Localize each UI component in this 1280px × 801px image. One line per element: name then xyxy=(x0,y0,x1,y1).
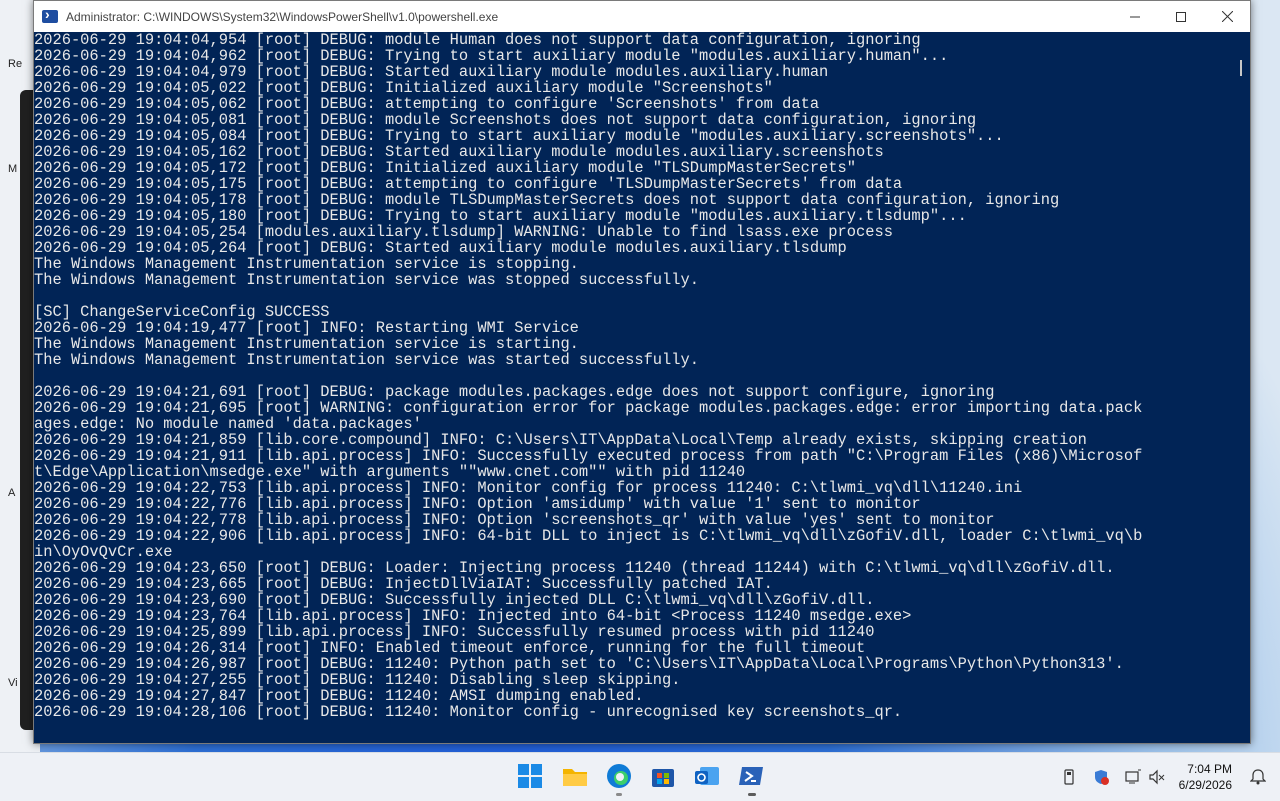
network-icon[interactable] xyxy=(1125,769,1141,785)
file-explorer-icon xyxy=(563,769,587,786)
volume-muted-icon[interactable] xyxy=(1149,769,1165,785)
outlook-button[interactable] xyxy=(694,763,720,789)
minimize-button[interactable] xyxy=(1112,1,1158,32)
console-line: 2026-06-29 19:04:05,081 [root] DEBUG: mo… xyxy=(34,111,977,129)
console-line: 2026-06-29 19:04:05,084 [root] DEBUG: Tr… xyxy=(34,127,1004,145)
console-line: 2026-06-29 19:04:27,255 [root] DEBUG: 11… xyxy=(34,671,681,689)
edge-button[interactable] xyxy=(606,763,632,789)
console-output[interactable]: 2026-06-29 19:04:04,954 [root] DEBUG: mo… xyxy=(34,32,1234,743)
console-line: 2026-06-29 19:04:04,979 [root] DEBUG: St… xyxy=(34,63,829,81)
powershell-icon xyxy=(42,6,58,23)
console-line: 2026-06-29 19:04:05,062 [root] DEBUG: at… xyxy=(34,95,820,113)
console-line: 2026-06-29 19:04:21,911 [lib.api.process… xyxy=(34,447,1143,465)
console-line: [SC] ChangeServiceConfig SUCCESS xyxy=(34,303,330,321)
console-line: 2026-06-29 19:04:22,776 [lib.api.process… xyxy=(34,495,921,513)
console-line: 2026-06-29 19:04:04,962 [root] DEBUG: Tr… xyxy=(34,47,949,65)
close-button[interactable] xyxy=(1204,1,1250,32)
console-line: 2026-06-29 19:04:05,162 [root] DEBUG: St… xyxy=(34,143,884,161)
console-line: The Windows Management Instrumentation s… xyxy=(34,351,699,369)
title-bar[interactable]: Administrator: C:\WINDOWS\System32\Windo… xyxy=(34,1,1250,32)
background-text: A xyxy=(8,487,16,499)
console-line: 2026-06-29 19:04:23,764 [lib.api.process… xyxy=(34,607,912,625)
console-line: 2026-06-29 19:04:26,314 [root] INFO: Ena… xyxy=(34,639,866,657)
console-line: 2026-06-29 19:04:23,690 [root] DEBUG: Su… xyxy=(34,591,875,609)
scrollbar-thumb[interactable] xyxy=(1240,60,1242,76)
console-line: 2026-06-29 19:04:05,180 [root] DEBUG: Tr… xyxy=(34,207,967,225)
background-text: Vi xyxy=(8,677,18,689)
outlook-icon xyxy=(695,767,719,785)
store-icon xyxy=(652,769,674,787)
start-icon xyxy=(518,764,542,788)
powershell-running-indicator xyxy=(748,793,756,796)
console-line: 2026-06-29 19:04:21,859 [lib.core.compou… xyxy=(34,431,1087,449)
console-line: 2026-06-29 19:04:05,175 [root] DEBUG: at… xyxy=(34,175,903,193)
console-line: 2026-06-29 19:04:25,899 [lib.api.process… xyxy=(34,623,875,641)
maximize-button[interactable] xyxy=(1158,1,1204,32)
console-line: 2026-06-29 19:04:22,778 [lib.api.process… xyxy=(34,511,995,529)
clock-date: 6/29/2026 xyxy=(1178,778,1232,792)
powershell-taskbar-button[interactable] xyxy=(738,763,764,789)
system-clock[interactable]: 7:04 PM 6/29/2026 xyxy=(1179,761,1232,793)
console-line: 2026-06-29 19:04:04,954 [root] DEBUG: mo… xyxy=(34,32,921,49)
powershell-icon xyxy=(739,767,763,785)
console-line: 2026-06-29 19:04:27,847 [root] DEBUG: 11… xyxy=(34,687,644,705)
minimize-icon xyxy=(1130,16,1140,17)
console-line: 2026-06-29 19:04:05,264 [root] DEBUG: St… xyxy=(34,239,847,257)
window-title: Administrator: C:\WINDOWS\System32\Windo… xyxy=(66,9,499,24)
security-shield-icon[interactable] xyxy=(1093,769,1109,785)
clock-time: 7:04 PM xyxy=(1187,762,1232,776)
console-line: 2026-06-29 19:04:22,906 [lib.api.process… xyxy=(34,527,1143,545)
console-line: The Windows Management Instrumentation s… xyxy=(34,335,579,353)
background-text: M xyxy=(8,163,18,175)
console-line: 2026-06-29 19:04:26,987 [root] DEBUG: 11… xyxy=(34,655,1124,673)
console-line: ages.edge: No module named 'data.package… xyxy=(34,415,422,433)
console-line: 2026-06-29 19:04:19,477 [root] INFO: Res… xyxy=(34,319,579,337)
console-line: 2026-06-29 19:04:21,695 [root] WARNING: … xyxy=(34,399,1143,417)
console-line: 2026-06-29 19:04:28,106 [root] DEBUG: 11… xyxy=(34,703,903,721)
console-line: 2026-06-29 19:04:23,650 [root] DEBUG: Lo… xyxy=(34,559,1115,577)
background-text: Re xyxy=(8,58,23,70)
powershell-window[interactable]: Administrator: C:\WINDOWS\System32\Windo… xyxy=(33,0,1251,744)
taskbar: 7:04 PM 6/29/2026 xyxy=(0,752,1280,801)
close-icon xyxy=(1221,11,1233,22)
console-line: 2026-06-29 19:04:05,254 [modules.auxilia… xyxy=(34,223,893,241)
store-button[interactable] xyxy=(650,763,676,789)
console-line: 2026-06-29 19:04:23,665 [root] DEBUG: In… xyxy=(34,575,773,593)
edge-running-indicator xyxy=(616,793,622,796)
console-line: 2026-06-29 19:04:05,022 [root] DEBUG: In… xyxy=(34,79,773,97)
console-line: in\OyOvQvCr.exe xyxy=(34,543,173,561)
console-line: 2026-06-29 19:04:22,753 [lib.api.process… xyxy=(34,479,1023,497)
console-line: 2026-06-29 19:04:05,172 [root] DEBUG: In… xyxy=(34,159,856,177)
vertical-scrollbar[interactable] xyxy=(1233,32,1250,743)
console-line: 2026-06-29 19:04:05,178 [root] DEBUG: mo… xyxy=(34,191,1060,209)
maximize-icon xyxy=(1176,11,1186,22)
console-line: The Windows Management Instrumentation s… xyxy=(34,255,579,273)
start-button[interactable] xyxy=(517,763,543,789)
console-line: t\Edge\Application\msedge.exe" with argu… xyxy=(34,463,746,481)
file-explorer-button[interactable] xyxy=(562,763,588,789)
notification-bell-icon[interactable] xyxy=(1250,769,1266,785)
usb-device-icon[interactable] xyxy=(1061,769,1077,785)
console-line: The Windows Management Instrumentation s… xyxy=(34,271,699,289)
edge-icon xyxy=(607,764,631,788)
console-line: 2026-06-29 19:04:21,691 [root] DEBUG: pa… xyxy=(34,383,995,401)
